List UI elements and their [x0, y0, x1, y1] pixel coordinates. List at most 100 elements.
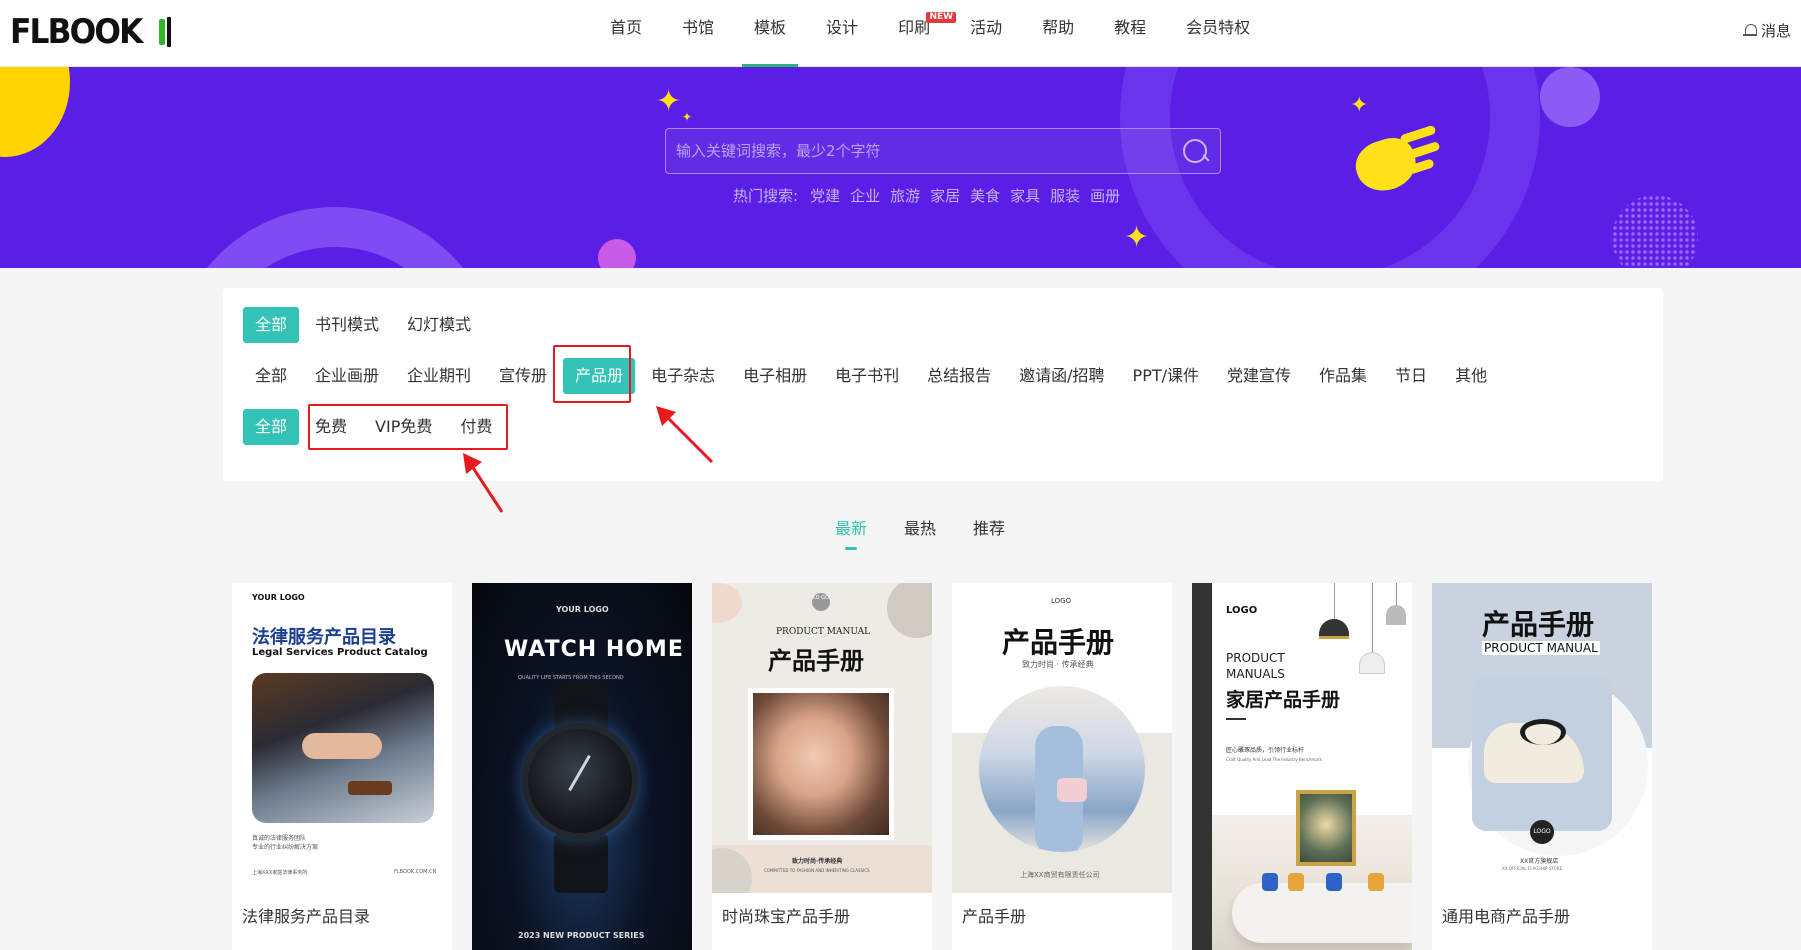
sparkle-icon: ✦ — [1350, 93, 1369, 118]
hot-search-item[interactable]: 美食 — [970, 185, 1000, 206]
template-card[interactable]: YOUR LOGO WATCH HOME QUALITY LIFE STARTS… — [472, 583, 692, 950]
nav-design[interactable]: 设计 — [806, 0, 878, 67]
category-filter-row: 全部 企业画册 企业期刊 宣传册 产品册 电子杂志 电子相册 电子书刊 总结报告… — [243, 358, 1503, 394]
cover-text: 致力时尚·传承经典 — [792, 858, 843, 865]
category-filter-item[interactable]: 党建宣传 — [1215, 358, 1303, 394]
cover-logo: LOGO — [1051, 597, 1072, 605]
bell-icon — [1742, 23, 1757, 38]
decorative-ball — [1540, 67, 1600, 127]
hot-search-item[interactable]: 党建 — [810, 185, 840, 206]
template-card[interactable]: 产品手册 PRODUCT MANUAL LOGO XX官方旗舰店 XX OFFI… — [1432, 583, 1652, 950]
category-filter-item[interactable]: 电子书刊 — [823, 358, 911, 394]
category-filter-item[interactable]: 企业画册 — [303, 358, 391, 394]
hot-search-item[interactable]: 家具 — [1010, 185, 1040, 206]
cover-text: FLBOOK.COM.CN — [394, 869, 437, 875]
template-cover: 产品手册 PRODUCT MANUAL LOGO XX官方旗舰店 XX OFFI… — [1432, 583, 1652, 893]
template-cover: LO GO PRODUCT MANUAL 产品手册 致力时尚·传承经典 COMM… — [712, 583, 932, 893]
fashion-photo — [979, 686, 1145, 852]
template-card[interactable]: YOUR LOGO 法律服务产品目录 Legal Services Produc… — [232, 583, 452, 950]
cover-subheading: 致力时尚 · 传承经典 — [1022, 660, 1094, 669]
cover-logo: YOUR LOGO — [252, 593, 305, 602]
flbook-logo[interactable]: FLBOOK — [10, 12, 177, 52]
cover-text: XX官方旗舰店 — [1520, 858, 1559, 865]
sparkle-icon: ✦ — [656, 84, 682, 119]
hot-search-item[interactable]: 旅游 — [890, 185, 920, 206]
decorative-yellow-blob — [0, 67, 70, 157]
cover-text: XX OFFICIAL FLAGSHIP STORE — [1502, 866, 1563, 871]
cover-text: 上海XXX家庭法律事务所 — [252, 870, 308, 876]
search-icon[interactable] — [1182, 138, 1208, 164]
cover-subheading: PRODUCT MANUAL — [1482, 641, 1600, 655]
messages-button[interactable]: 消息 — [1742, 20, 1791, 41]
yellow-fist-illustration — [1349, 122, 1442, 199]
category-filter-item[interactable]: PPT/课件 — [1121, 358, 1211, 394]
portrait-photo — [748, 688, 894, 840]
mode-filter-all[interactable]: 全部 — [243, 307, 300, 343]
hot-search-item[interactable]: 企业 — [850, 185, 880, 206]
template-cover: YOUR LOGO WATCH HOME QUALITY LIFE STARTS… — [472, 583, 692, 950]
price-filter-all[interactable]: 全部 — [243, 409, 300, 445]
category-filter-item[interactable]: 电子杂志 — [639, 358, 727, 394]
decorative-ring — [170, 207, 500, 268]
category-filter-item[interactable]: 其他 — [1443, 358, 1499, 394]
cover-kicker: MANUALS — [1226, 667, 1285, 681]
cover-text: 2023 NEW PRODUCT SERIES — [518, 931, 645, 940]
cover-text: QUALITY LIFE STARTS FROM THIS SECOND — [518, 675, 624, 681]
hot-search-item[interactable]: 家居 — [930, 185, 960, 206]
nav-library[interactable]: 书馆 — [662, 0, 734, 67]
logo-text: FLBOOK — [10, 12, 143, 52]
cover-kicker: PRODUCT MANUAL — [776, 627, 871, 637]
hot-search-item[interactable]: 画册 — [1090, 185, 1120, 206]
cover-logo: LOGO — [1226, 605, 1258, 616]
annotation-arrow-icon — [656, 406, 714, 464]
cover-logo: LO GO — [812, 593, 830, 611]
cover-logo: LOGO — [1530, 820, 1554, 844]
template-grid: YOUR LOGO 法律服务产品目录 Legal Services Produc… — [232, 583, 1652, 950]
category-filter-item[interactable]: 节日 — [1383, 358, 1439, 394]
category-filter-item[interactable]: 宣传册 — [487, 358, 559, 394]
sort-tabs: 最新 最热 推荐 — [835, 515, 1005, 551]
mode-filter-book[interactable]: 书刊模式 — [303, 307, 391, 343]
category-filter-item[interactable]: 邀请函/招聘 — [1007, 358, 1116, 394]
category-filter-item[interactable]: 企业期刊 — [395, 358, 483, 394]
sort-tab-hottest[interactable]: 最热 — [904, 515, 936, 551]
nav-membership[interactable]: 会员特权 — [1166, 0, 1270, 67]
nav-templates[interactable]: 模板 — [734, 0, 806, 67]
sort-tab-recommended[interactable]: 推荐 — [973, 515, 1005, 551]
cover-text: 真诚的法律服务团队 — [252, 835, 307, 842]
nav-print[interactable]: 印刷 NEW — [878, 0, 957, 67]
mode-filter-slide[interactable]: 幻灯模式 — [395, 307, 483, 343]
cover-heading: 产品手册 — [1002, 626, 1115, 659]
annotation-highlight-box — [308, 404, 508, 450]
watch-photo — [522, 723, 638, 839]
nav-home[interactable]: 首页 — [590, 0, 662, 67]
nav-tutorials[interactable]: 教程 — [1094, 0, 1166, 67]
decorative-dot-ball — [1612, 195, 1698, 268]
category-filter-item[interactable]: 电子相册 — [731, 358, 819, 394]
filter-panel: 全部 书刊模式 幻灯模式 全部 企业画册 企业期刊 宣传册 产品册 电子杂志 电… — [223, 288, 1663, 481]
search-input[interactable] — [676, 129, 1156, 173]
cover-logo: YOUR LOGO — [556, 605, 609, 614]
category-filter-item[interactable]: 全部 — [243, 358, 299, 394]
cover-subheading: Legal Services Product Catalog — [252, 647, 428, 658]
hot-search-item[interactable]: 服装 — [1050, 185, 1080, 206]
template-card[interactable]: LO GO PRODUCT MANUAL 产品手册 致力时尚·传承经典 COMM… — [712, 583, 932, 950]
cover-text: COMMITTED TO FASHION AND INHERITING CLAS… — [764, 868, 870, 873]
handshake-photo — [252, 673, 434, 823]
template-card[interactable]: LOGO 产品手册 致力时尚 · 传承经典 上海XX商贸有限责任公司 产品手册 — [952, 583, 1172, 950]
cover-kicker: PRODUCT — [1226, 651, 1285, 665]
template-cover: LOGO PRODUCT MANUALS 家居产品手册 匠心雕琢品质，引领行业标… — [1192, 583, 1412, 950]
top-header: FLBOOK 首页 书馆 模板 设计 印刷 NEW 活动 帮助 教程 会员特权 … — [0, 0, 1801, 67]
category-filter-item[interactable]: 作品集 — [1307, 358, 1379, 394]
template-title: 时尚珠宝产品手册 — [722, 907, 851, 926]
framed-painting — [1296, 790, 1356, 866]
nav-help[interactable]: 帮助 — [1022, 0, 1094, 67]
template-card[interactable]: LOGO PRODUCT MANUALS 家居产品手册 匠心雕琢品质，引领行业标… — [1192, 583, 1412, 950]
search-box — [665, 128, 1221, 174]
category-filter-item[interactable]: 总结报告 — [915, 358, 1003, 394]
nav-events[interactable]: 活动 — [950, 0, 1022, 67]
cover-heading: WATCH HOME — [504, 637, 684, 662]
cover-text: Craft Quality And Lead The Industry Benc… — [1226, 757, 1322, 762]
sort-tab-newest[interactable]: 最新 — [835, 515, 867, 551]
cover-heading: 家居产品手册 — [1226, 689, 1341, 711]
